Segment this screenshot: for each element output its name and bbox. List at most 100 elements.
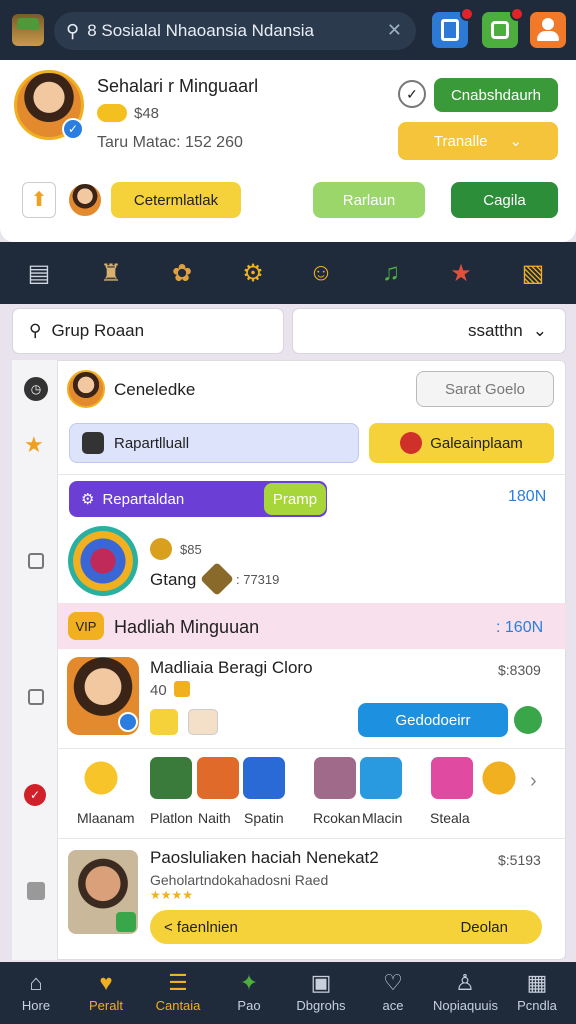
check-icon[interactable]: ✓ xyxy=(398,80,426,108)
record-icon xyxy=(400,432,423,454)
tooltip-button[interactable]: Gedodoeirr xyxy=(358,703,508,737)
game-thumb[interactable] xyxy=(150,757,192,799)
row1-name: Ceneledke xyxy=(114,380,196,399)
coin-value: $48 xyxy=(134,105,160,122)
game-thumb[interactable] xyxy=(360,757,402,799)
gear-flower-icon[interactable]: ✿ xyxy=(165,256,199,290)
nav-profile[interactable]: ♥ Peralt xyxy=(74,968,138,1020)
verified-icon: ✓ xyxy=(62,118,84,140)
home-icon: ⌂ xyxy=(29,970,43,995)
nav-label: Nopiaquuis xyxy=(433,998,499,1013)
badge-icon xyxy=(116,912,136,932)
game-title: Gtang xyxy=(150,570,197,589)
game-thumb[interactable] xyxy=(314,757,356,799)
group-search[interactable]: ⚲ Grup Roaan xyxy=(12,308,284,354)
app-logo-icon[interactable] xyxy=(12,14,44,46)
item3-title: Paosluliaken haciah Nenekat2 xyxy=(150,848,379,867)
clear-icon[interactable]: ✕ xyxy=(387,20,402,41)
nav-label: ace xyxy=(382,998,404,1013)
treat-icon[interactable] xyxy=(188,709,218,735)
profile-subline: Taru Matac: 152 260 xyxy=(97,134,243,151)
row1-right-chip[interactable]: Galeainplaam xyxy=(369,423,554,463)
carousel-label: Naith xyxy=(198,810,231,826)
carousel-label: Steala xyxy=(430,810,470,826)
confirm-icon[interactable] xyxy=(514,706,542,734)
row1-left-chip[interactable]: Rapartlluall xyxy=(69,423,359,463)
nav-portal[interactable]: ▦ Pcndla xyxy=(505,968,569,1020)
list-icon: ☰ xyxy=(168,970,188,995)
sun-gear-icon[interactable]: ⚙ xyxy=(236,256,270,290)
small-avatar[interactable] xyxy=(67,182,103,218)
secondary-button[interactable]: Tranalle ⌄ xyxy=(398,122,558,160)
game-thumb[interactable] xyxy=(197,757,239,799)
search-icon: ⚲ xyxy=(66,20,80,41)
mid-button[interactable]: Rarlaun xyxy=(313,182,425,218)
smiley-icon[interactable]: ☺ xyxy=(304,256,338,290)
tag-button[interactable]: Cetermlatlak xyxy=(111,182,241,218)
chevron-down-icon: ⌄ xyxy=(532,321,547,340)
carousel-label: Platlon xyxy=(150,810,193,826)
save-icon[interactable] xyxy=(27,882,45,900)
item3-sub: Geholartndokahadosni Raed xyxy=(150,872,329,888)
nav-label: Dbgrohs xyxy=(296,998,346,1013)
search-bar[interactable]: ⚲ 8 Sosialal Nhaoansia Ndansia ✕ xyxy=(54,12,416,50)
status-select[interactable]: ssatthn ⌄ xyxy=(292,308,566,354)
row-checkbox[interactable] xyxy=(28,553,44,569)
item3-right-label[interactable]: Deolan xyxy=(460,919,508,936)
nav-programs[interactable]: ▣ Dbgrohs xyxy=(289,968,353,1020)
heart-icon: ♥ xyxy=(99,970,113,995)
row1-button[interactable]: Sarat Goelo xyxy=(416,371,554,407)
nav-label: Pao xyxy=(237,998,261,1013)
game-price: $85 xyxy=(180,542,202,557)
search-icon: ⚲ xyxy=(29,321,42,340)
game-wheel-icon[interactable] xyxy=(68,526,138,596)
video-icon[interactable] xyxy=(432,7,474,48)
group-search-label: Grup Roaan xyxy=(51,321,145,340)
castle-icon[interactable]: ♜ xyxy=(94,256,128,290)
chest-icon[interactable]: ▧ xyxy=(516,256,550,290)
nav-notifications[interactable]: ♙ Nopiaquuis xyxy=(433,968,499,1020)
gift-icon[interactable]: ★ xyxy=(444,256,478,290)
carousel-label: Spatin xyxy=(244,810,284,826)
game-thumb[interactable] xyxy=(243,757,285,799)
leaf-icon: ✦ xyxy=(239,970,259,995)
music-icon[interactable]: ♫ xyxy=(374,256,408,290)
timer-icon[interactable]: ◷ xyxy=(24,377,48,401)
promo-icon: ⚙ xyxy=(81,491,95,508)
right-button[interactable]: Cagila xyxy=(451,182,558,218)
sun-icon[interactable] xyxy=(478,757,520,799)
verified-icon xyxy=(118,712,138,732)
badge-icon[interactable] xyxy=(150,709,178,735)
row-avatar[interactable] xyxy=(67,370,105,408)
divider xyxy=(58,748,566,749)
chevron-down-icon: ⌄ xyxy=(509,133,523,150)
promo-label: Repartaldan xyxy=(102,490,185,508)
game-score: : 77319 xyxy=(236,572,280,587)
notification-dot xyxy=(510,7,524,21)
sun-icon[interactable] xyxy=(80,757,122,799)
briefcase-icon[interactable]: ▤ xyxy=(22,256,56,290)
puzzle-icon[interactable] xyxy=(482,7,524,48)
user-icon[interactable] xyxy=(530,12,566,48)
rating-stars-icon: ★★★★ xyxy=(150,888,194,902)
item3-left-label[interactable]: < faenlnien xyxy=(164,919,238,936)
row-checkbox[interactable] xyxy=(28,689,44,705)
category-icon-row: ▤ ♜ ✿ ⚙ ☺ ♫ ★ ▧ xyxy=(0,242,576,304)
nav-home[interactable]: ⌂ Hore xyxy=(4,968,68,1020)
secondary-button-label: Tranalle xyxy=(433,132,488,150)
banner-value: : 160N xyxy=(496,619,544,636)
nav-pao[interactable]: ✦ Pao xyxy=(217,968,281,1020)
primary-button[interactable]: Cnabshdaurh xyxy=(434,78,558,112)
item3-action-bar[interactable]: < faenlnien Deolan xyxy=(150,910,542,944)
nav-ace[interactable]: ♡ ace xyxy=(361,968,425,1020)
game-thumb[interactable] xyxy=(431,757,473,799)
profile-name: Sehalari r Minguaarl xyxy=(97,76,259,96)
alert-icon[interactable]: ✓ xyxy=(24,784,46,806)
chevron-right-icon[interactable]: › xyxy=(530,770,537,793)
promo-badge[interactable]: Pramp xyxy=(264,483,326,515)
window-icon: ▣ xyxy=(310,970,332,995)
upload-icon[interactable]: ⬆ xyxy=(22,182,56,218)
star-icon[interactable]: ★ xyxy=(24,432,44,458)
carousel-label: Mlacin xyxy=(362,810,403,826)
nav-content[interactable]: ☰ Cantaia xyxy=(146,968,210,1020)
